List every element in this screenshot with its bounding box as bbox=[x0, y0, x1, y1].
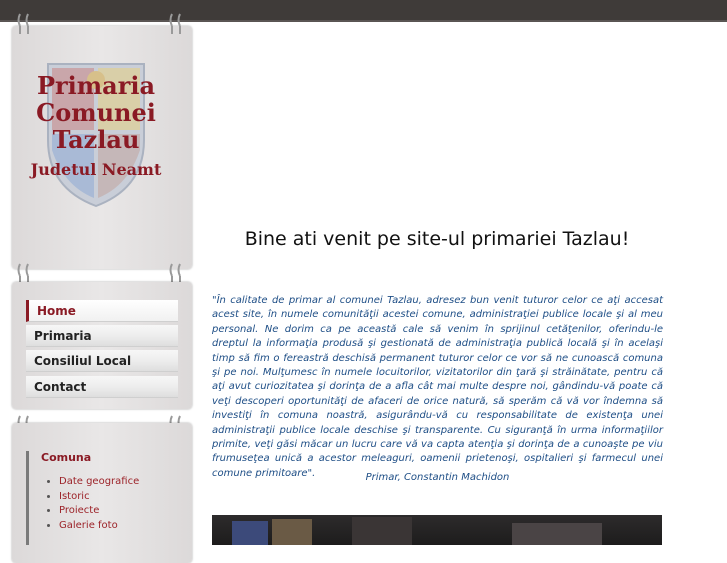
logo-line-3: Tazlau bbox=[52, 125, 140, 154]
submenu-title[interactable]: Comuna bbox=[41, 451, 178, 465]
logo-line-2: Comunei bbox=[36, 98, 156, 127]
submenu-link-proiecte[interactable]: Proiecte bbox=[59, 505, 99, 516]
binder-ring-icon bbox=[16, 12, 38, 36]
logo-line-4: Judetul Neamt bbox=[30, 160, 162, 179]
top-bar bbox=[0, 0, 727, 22]
binder-ring-icon bbox=[168, 12, 190, 36]
site-logo[interactable]: Primaria Comunei Tazlau Judetul Neamt bbox=[20, 74, 172, 178]
logo-line-1: Primaria bbox=[36, 71, 156, 100]
nav-item-home[interactable]: Home bbox=[26, 300, 178, 322]
mayor-message: "În calitate de primar al comunei Tazlau… bbox=[212, 295, 663, 479]
submenu-item[interactable]: Galerie foto bbox=[59, 519, 178, 534]
submenu-link-galerie-foto[interactable]: Galerie foto bbox=[59, 520, 118, 531]
submenu-item[interactable]: Proiecte bbox=[59, 504, 178, 519]
submenu-link-date-geografice[interactable]: Date geografice bbox=[59, 476, 139, 487]
nav-item-contact[interactable]: Contact bbox=[26, 376, 178, 398]
nav-item-primaria[interactable]: Primaria bbox=[26, 325, 178, 347]
submenu-item[interactable]: Istoric bbox=[59, 490, 178, 505]
gallery-photo bbox=[212, 515, 662, 545]
welcome-heading: Bine ati venit pe site-ul primariei Tazl… bbox=[244, 228, 630, 250]
submenu: Comuna Date geografice Istoric Proiecte … bbox=[26, 451, 178, 545]
nav-item-consiliul-local[interactable]: Consiliul Local bbox=[26, 350, 178, 372]
mayor-signature: Primar, Constantin Machidon bbox=[365, 472, 510, 483]
submenu-link-istoric[interactable]: Istoric bbox=[59, 491, 90, 502]
submenu-item[interactable]: Date geografice bbox=[59, 475, 178, 490]
